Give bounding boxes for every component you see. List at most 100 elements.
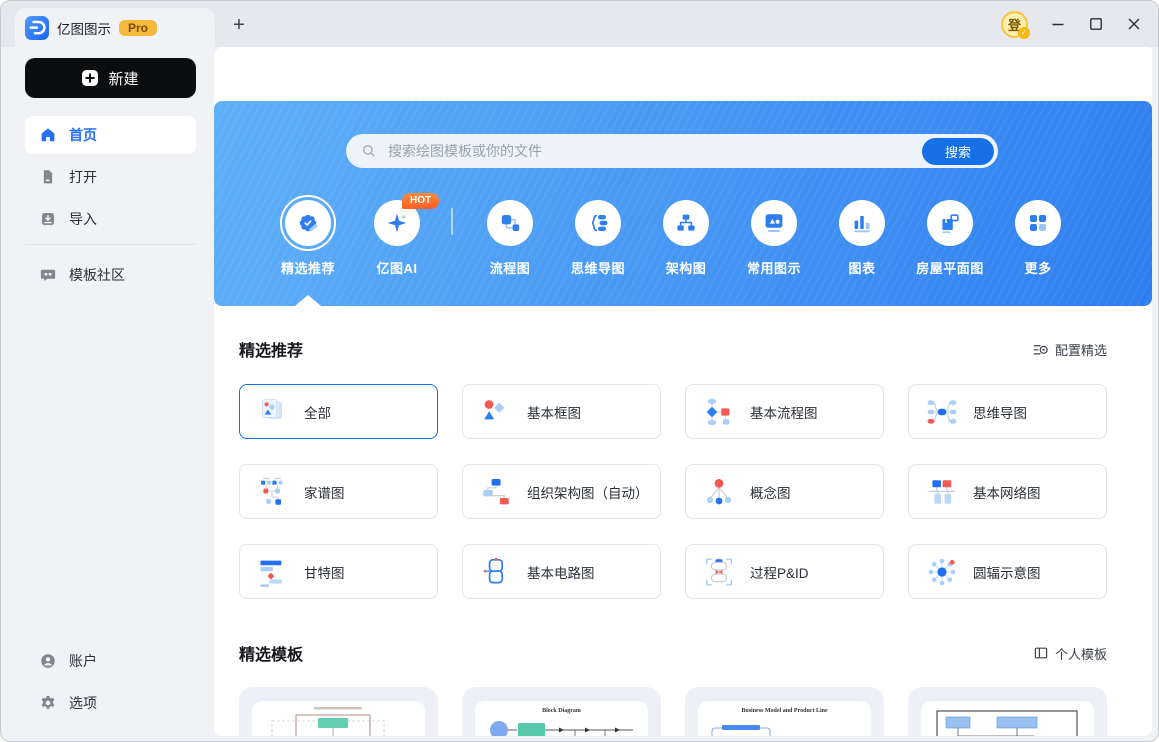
search-button[interactable]: 搜索 (922, 137, 994, 165)
maximize-icon (1090, 18, 1102, 30)
card-label: 基本网络图 (973, 485, 1041, 501)
sidebar-item-label: 打开 (69, 169, 97, 185)
maximize-button[interactable] (1082, 10, 1110, 38)
card-label: 家谱图 (304, 485, 345, 501)
community-chat-icon (40, 269, 56, 281)
mind-map-icon (575, 200, 621, 246)
family-tree-icon (261, 477, 283, 505)
featured-card-basic-diagram[interactable]: 基本框图 (462, 384, 661, 439)
sidebar-divider (25, 244, 196, 245)
minimize-button[interactable] (1044, 10, 1072, 38)
featured-card-basic-circuit[interactable]: 基本电路图 (462, 544, 661, 599)
banner-category-flowchart[interactable]: 流程图 (466, 200, 554, 277)
new-button-label: 新建 (108, 70, 139, 88)
template-title: Business Model and Product Line (741, 708, 828, 714)
personal-templates-link[interactable]: 个人模板 (1033, 644, 1107, 663)
card-label: 概念图 (750, 485, 791, 501)
new-document-button[interactable]: 新建 (25, 58, 196, 98)
search-bar: 搜索 (346, 134, 998, 168)
card-label: 组织架构图（自动） (527, 485, 649, 501)
minimize-icon (1052, 23, 1064, 26)
category-divider (451, 208, 453, 235)
template-preview-card[interactable] (239, 687, 438, 736)
banner-category-floor-plan[interactable]: 房屋平面图 (906, 200, 994, 277)
selected-category-pointer (295, 295, 321, 306)
card-label: 思维导图 (973, 405, 1027, 421)
sidebar-item-label: 账户 (69, 653, 97, 669)
template-preview-card[interactable] (908, 687, 1107, 736)
banner-category-edraw-ai[interactable]: HOT 亿图AI (353, 193, 441, 277)
sidebar-item-account[interactable]: 账户 (25, 642, 196, 680)
concept-map-icon (706, 478, 732, 504)
close-icon (1128, 18, 1140, 30)
configure-featured-link[interactable]: 配置精选 (1031, 340, 1107, 359)
featured-card-concept-map[interactable]: 概念图 (685, 464, 884, 519)
template-preview-card[interactable]: Block Diagram (462, 687, 661, 736)
basic-circuit-icon (482, 557, 504, 583)
category-label: 常用图示 (746, 261, 801, 276)
close-button[interactable] (1120, 10, 1148, 38)
pro-badge: Pro (119, 19, 158, 36)
sidebar-item-options[interactable]: 选项 (25, 684, 196, 722)
window-controls: 登 ✓ (1001, 1, 1148, 47)
sidebar-item-template-community[interactable]: 模板社区 (25, 256, 196, 294)
import-icon (42, 213, 54, 225)
category-label: 图表 (848, 261, 876, 276)
template-preview-card[interactable]: Business Model and Product Line (685, 687, 884, 736)
category-label: 亿图AI (376, 261, 418, 276)
personal-templates-icon (1034, 647, 1048, 659)
sidebar-item-home[interactable]: 首页 (25, 116, 196, 154)
bar-chart-icon (839, 200, 885, 246)
banner-category-more[interactable]: 更多 (994, 200, 1082, 277)
sidebar-item-label: 导入 (69, 211, 97, 227)
banner-category-mind-map[interactable]: 思维导图 (554, 200, 642, 277)
sidebar-item-import[interactable]: 导入 (25, 200, 196, 238)
category-label: 房屋平面图 (916, 261, 984, 276)
banner-category-chart[interactable]: 图表 (818, 200, 906, 277)
basic-diagram-icon (484, 399, 505, 419)
template-thumbnail (252, 701, 425, 736)
tab-title: 亿图图示 (57, 21, 111, 37)
action-label: 配置精选 (1054, 342, 1107, 358)
app-tab[interactable]: 亿图图示 Pro (15, 8, 215, 47)
sidebar-item-open[interactable]: 打开 (25, 158, 196, 196)
category-label: 架构图 (665, 261, 707, 276)
hot-badge: HOT (402, 193, 440, 209)
featured-card-basic-network[interactable]: 基本网络图 (908, 464, 1107, 519)
template-title: Block Diagram (542, 708, 581, 714)
featured-card-org-chart-auto[interactable]: 组织架构图（自动） (462, 464, 661, 519)
card-label: 过程P&ID (750, 565, 809, 581)
card-label: 基本电路图 (527, 565, 595, 581)
template-previews-grid: Block Diagram Business Model and Product… (239, 687, 1107, 736)
card-label: 圆辐示意图 (973, 565, 1041, 581)
banner-category-org-chart[interactable]: 架构图 (642, 200, 730, 277)
flowchart-icon (487, 200, 533, 246)
featured-card-basic-flowchart[interactable]: 基本流程图 (685, 384, 884, 439)
banner-category-featured[interactable]: 精选推荐 (264, 195, 352, 277)
featured-card-radial-diagram[interactable]: 圆辐示意图 (908, 544, 1107, 599)
home-icon (41, 128, 55, 142)
tab-bar: 亿图图示 Pro + 登 ✓ (1, 1, 1158, 47)
configure-icon (1033, 345, 1048, 355)
card-label: 甘特图 (304, 565, 345, 581)
sidebar-item-label: 首页 (69, 127, 97, 143)
featured-section-header: 精选推荐 配置精选 (239, 337, 1107, 361)
more-grid-icon (1015, 200, 1061, 246)
search-icon (363, 145, 375, 157)
featured-card-process-pid[interactable]: 过程P&ID (685, 544, 884, 599)
featured-card-all[interactable]: 全部 (239, 384, 438, 439)
banner-category-common-graphics[interactable]: 常用图示 (730, 200, 818, 277)
featured-card-mind-map[interactable]: 思维导图 (908, 384, 1107, 439)
section-title: 精选模板 (239, 647, 304, 664)
featured-cards-grid: 全部 基本框图 基本流程图 思维导图 家谱图 组织架构图（自动） 概念图 基本网… (239, 384, 1107, 599)
card-label: 基本流程图 (750, 405, 818, 421)
new-tab-button[interactable]: + (225, 11, 253, 39)
section-title: 精选推荐 (239, 343, 304, 360)
featured-card-family-tree[interactable]: 家谱图 (239, 464, 438, 519)
basic-flowchart-icon (707, 398, 730, 425)
featured-card-gantt[interactable]: 甘特图 (239, 544, 438, 599)
sidebar-item-label: 选项 (69, 695, 97, 711)
search-input[interactable] (386, 142, 914, 160)
mind-map-card-icon (927, 399, 957, 424)
user-avatar[interactable]: 登 ✓ (1001, 10, 1030, 39)
